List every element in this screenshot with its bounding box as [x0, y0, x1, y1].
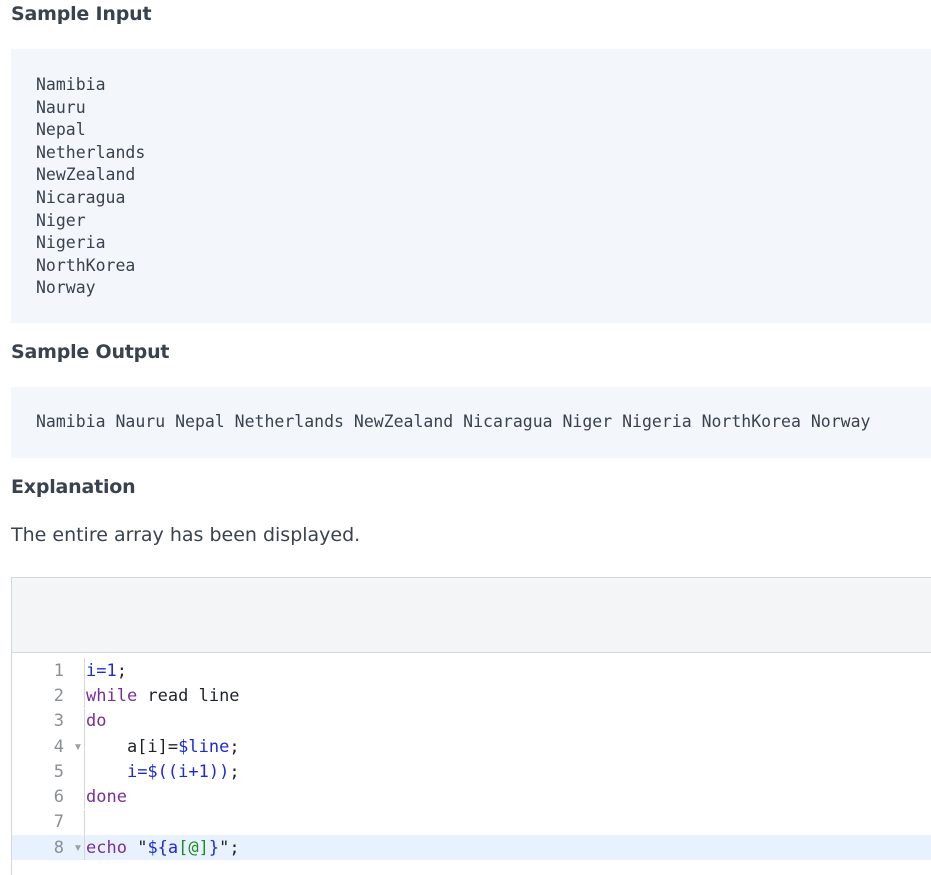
fold-arrow-icon[interactable]: ▼ [72, 742, 84, 753]
line-number: 1 [53, 660, 64, 681]
gutter-divider [84, 708, 85, 734]
explanation-text: The entire array has been displayed. [11, 524, 361, 546]
code-line[interactable]: 8 ▼ echo "${a[@]}"; [12, 835, 931, 861]
sample-input-line: NorthKorea [36, 255, 136, 275]
code-text[interactable]: do [86, 711, 106, 731]
explanation-heading: Explanation [11, 476, 136, 498]
code-line[interactable]: 1 i=1; [12, 658, 931, 683]
line-number: 3 [53, 711, 64, 732]
gutter-divider [84, 658, 85, 683]
sample-input-line: NewZealand [36, 165, 136, 185]
fold-arrow-icon[interactable]: ▼ [72, 843, 84, 854]
line-number: 8 [53, 837, 64, 858]
sample-input-text: Namibia Nauru Nepal Netherlands NewZealand Ni… [36, 74, 931, 300]
gutter-divider [84, 683, 85, 709]
code-line[interactable]: 5 i=$((i+1)); [12, 759, 931, 785]
code-text[interactable]: while read line [86, 686, 240, 706]
sample-input-heading: Sample Input [11, 3, 152, 25]
sample-input-line: Niger [36, 210, 86, 230]
sample-input-line: Nauru [36, 97, 86, 117]
code-token: $line [178, 736, 230, 757]
sample-input-box: Namibia Nauru Nepal Netherlands NewZealand Ni… [11, 49, 931, 323]
code-token: ; [116, 660, 127, 681]
code-line[interactable]: 4 ▼ a[i]=$line; [12, 733, 931, 759]
code-token: a[i]= [86, 736, 179, 757]
line-number: 4 [53, 736, 64, 757]
gutter-divider [84, 733, 85, 759]
code-token: echo [86, 837, 127, 858]
code-token: ; [229, 736, 240, 757]
sample-input-line: Nicaragua [36, 187, 126, 207]
gutter-divider [84, 809, 85, 835]
code-token: read line [137, 685, 240, 706]
sample-output-text: Namibia Nauru Nepal Netherlands NewZeala… [36, 412, 871, 431]
gutter-divider [84, 784, 85, 810]
code-line[interactable]: 2 while read line [12, 683, 931, 709]
code-text[interactable]: i=1; [86, 661, 127, 681]
editor-toolbar [12, 578, 931, 653]
code-token: done [86, 787, 127, 808]
sample-output-box: Namibia Nauru Nepal Netherlands NewZeala… [11, 387, 931, 458]
line-number: 5 [53, 761, 64, 782]
code-token: i=$((i+1)) [126, 761, 230, 782]
line-number: 6 [53, 787, 64, 808]
sample-output-heading: Sample Output [11, 341, 170, 363]
code-token: while [86, 685, 138, 706]
code-text[interactable]: echo "${a[@]}"; [86, 838, 240, 858]
sample-input-line: Netherlands [36, 142, 146, 162]
code-line[interactable]: 3 do [12, 708, 931, 734]
code-token: i=1 [86, 660, 117, 681]
code-text[interactable]: done [86, 787, 127, 807]
code-token: ${a [147, 837, 179, 858]
sample-input-line: Namibia [36, 75, 106, 94]
code-line[interactable]: 6 done [12, 784, 931, 810]
gutter-divider [84, 759, 85, 785]
line-number: 7 [53, 812, 64, 833]
code-line[interactable]: 7 [12, 809, 931, 835]
code-token: "; [219, 837, 240, 858]
code-token: } [208, 837, 220, 858]
code-token: [@] [178, 837, 209, 858]
sample-input-line: Nepal [36, 120, 86, 140]
sample-input-line: Nigeria [36, 233, 106, 253]
code-text[interactable]: a[i]=$line; [86, 737, 240, 757]
code-area[interactable]: 1 i=1; 2 while read line 3 do 4 ▼ a[i]=$line; 5 … [12, 653, 931, 861]
gutter-divider [84, 835, 85, 861]
code-token: " [126, 837, 148, 858]
sample-input-line: Norway [36, 278, 96, 298]
line-number: 2 [53, 685, 64, 706]
code-token: ; [229, 761, 240, 782]
code-editor[interactable]: 1 i=1; 2 while read line 3 do 4 ▼ a[i]=$line; 5 … [11, 577, 931, 875]
code-token: do [86, 711, 107, 732]
code-text[interactable]: i=$((i+1)); [86, 762, 240, 782]
